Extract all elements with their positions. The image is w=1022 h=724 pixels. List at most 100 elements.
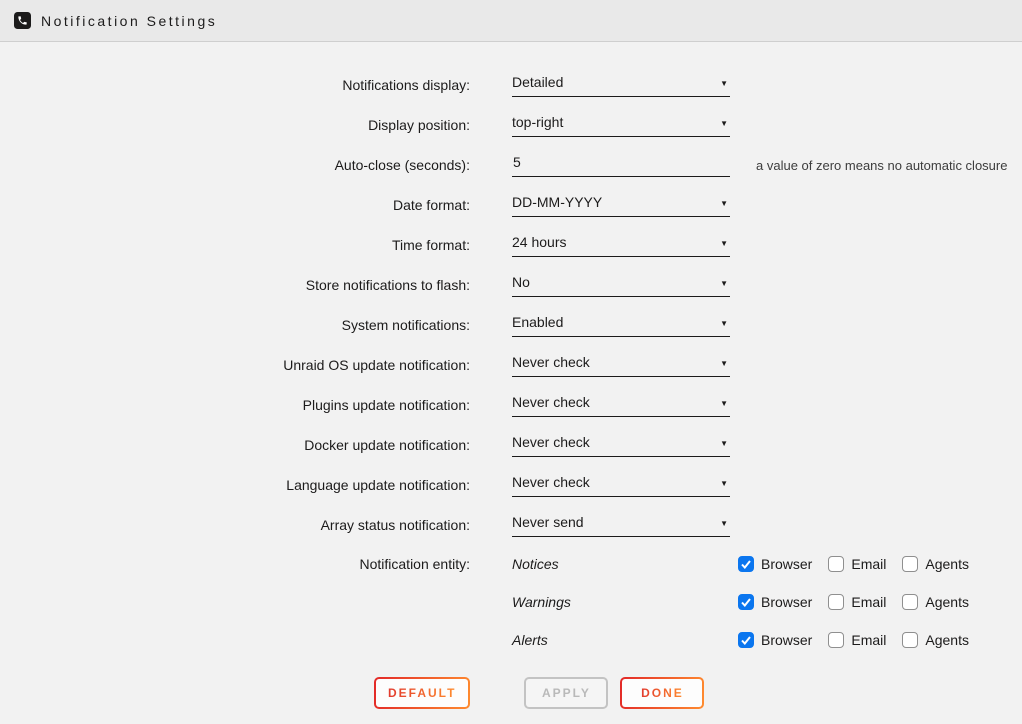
notices-agents-checkbox[interactable]: Agents: [902, 556, 969, 572]
entity-name-warnings: Warnings: [512, 594, 738, 610]
array-status-label: Array status notification:: [0, 517, 470, 533]
auto-close-label: Auto-close (seconds):: [0, 157, 470, 173]
checkbox-checked-icon[interactable]: [738, 594, 754, 610]
auto-close-input[interactable]: [512, 154, 730, 177]
notifications-display-select[interactable]: Detailed ▼: [512, 74, 730, 97]
os-update-select[interactable]: Never check ▼: [512, 354, 730, 377]
checkbox-checked-icon[interactable]: [738, 556, 754, 572]
entity-name-alerts: Alerts: [512, 632, 738, 648]
checkbox-label: Agents: [925, 594, 969, 610]
select-value: top-right: [512, 114, 563, 130]
date-format-select[interactable]: DD-MM-YYYY ▼: [512, 194, 730, 217]
chevron-down-icon: ▼: [720, 320, 728, 330]
notifications-display-label: Notifications display:: [0, 77, 470, 93]
select-value: No: [512, 274, 530, 290]
checkbox-unchecked-icon[interactable]: [902, 594, 918, 610]
checkbox-checked-icon[interactable]: [738, 632, 754, 648]
form-row: Plugins update notification: Never check…: [0, 385, 1022, 425]
date-format-label: Date format:: [0, 197, 470, 213]
phone-icon: [14, 12, 31, 29]
time-format-select[interactable]: 24 hours ▼: [512, 234, 730, 257]
checkbox-unchecked-icon[interactable]: [902, 632, 918, 648]
select-value: 24 hours: [512, 234, 566, 250]
array-status-select[interactable]: Never send ▼: [512, 514, 730, 537]
button-bar: DEFAULT APPLY DONE: [0, 677, 1022, 709]
page-title: Notification Settings: [41, 13, 217, 29]
checkbox-label: Browser: [761, 632, 812, 648]
form-row: Display position: top-right ▼: [0, 105, 1022, 145]
checkbox-label: Agents: [925, 556, 969, 572]
chevron-down-icon: ▼: [720, 520, 728, 530]
done-button-label: DONE: [641, 686, 684, 700]
store-notifications-label: Store notifications to flash:: [0, 277, 470, 293]
alerts-email-checkbox[interactable]: Email: [828, 632, 886, 648]
checkbox-label: Browser: [761, 556, 812, 572]
checkbox-unchecked-icon[interactable]: [828, 632, 844, 648]
default-button-label: DEFAULT: [388, 686, 456, 700]
chevron-down-icon: ▼: [720, 80, 728, 90]
warnings-agents-checkbox[interactable]: Agents: [902, 594, 969, 610]
entity-row-notices: Notification entity: Notices Browser Ema…: [0, 545, 1022, 583]
form-row: System notifications: Enabled ▼: [0, 305, 1022, 345]
form-row: Docker update notification: Never check …: [0, 425, 1022, 465]
apply-button-label: APPLY: [542, 686, 591, 700]
entity-row-warnings: Warnings Browser Email Agents: [0, 583, 1022, 621]
form-row: Array status notification: Never send ▼: [0, 505, 1022, 545]
done-button[interactable]: DONE: [620, 677, 704, 709]
select-value: Never check: [512, 354, 590, 370]
checkbox-unchecked-icon[interactable]: [828, 556, 844, 572]
form-row: Date format: DD-MM-YYYY ▼: [0, 185, 1022, 225]
chevron-down-icon: ▼: [720, 400, 728, 410]
language-update-select[interactable]: Never check ▼: [512, 474, 730, 497]
chevron-down-icon: ▼: [720, 200, 728, 210]
entity-name-notices: Notices: [512, 556, 738, 572]
notification-entity-label: Notification entity:: [0, 556, 470, 572]
display-position-select[interactable]: top-right ▼: [512, 114, 730, 137]
alerts-agents-checkbox[interactable]: Agents: [902, 632, 969, 648]
docker-update-select[interactable]: Never check ▼: [512, 434, 730, 457]
notices-browser-checkbox[interactable]: Browser: [738, 556, 812, 572]
form-row: Store notifications to flash: No ▼: [0, 265, 1022, 305]
page-header: Notification Settings: [0, 0, 1022, 42]
auto-close-help-text: a value of zero means no automatic closu…: [756, 158, 1007, 173]
select-value: DD-MM-YYYY: [512, 194, 602, 210]
form-row: Unraid OS update notification: Never che…: [0, 345, 1022, 385]
select-value: Never check: [512, 394, 590, 410]
docker-update-label: Docker update notification:: [0, 437, 470, 453]
checkbox-label: Browser: [761, 594, 812, 610]
os-update-label: Unraid OS update notification:: [0, 357, 470, 373]
default-button[interactable]: DEFAULT: [374, 677, 470, 709]
apply-button[interactable]: APPLY: [524, 677, 608, 709]
entity-row-alerts: Alerts Browser Email Agents: [0, 621, 1022, 659]
select-value: Detailed: [512, 74, 563, 90]
select-value: Never check: [512, 474, 590, 490]
plugins-update-label: Plugins update notification:: [0, 397, 470, 413]
display-position-label: Display position:: [0, 117, 470, 133]
checkbox-unchecked-icon[interactable]: [902, 556, 918, 572]
warnings-email-checkbox[interactable]: Email: [828, 594, 886, 610]
language-update-label: Language update notification:: [0, 477, 470, 493]
notification-settings-form: Notifications display: Detailed ▼ Displa…: [0, 42, 1022, 709]
warnings-browser-checkbox[interactable]: Browser: [738, 594, 812, 610]
alerts-browser-checkbox[interactable]: Browser: [738, 632, 812, 648]
checkbox-label: Email: [851, 594, 886, 610]
checkbox-unchecked-icon[interactable]: [828, 594, 844, 610]
system-notifications-select[interactable]: Enabled ▼: [512, 314, 730, 337]
checkbox-label: Email: [851, 556, 886, 572]
plugins-update-select[interactable]: Never check ▼: [512, 394, 730, 417]
store-notifications-select[interactable]: No ▼: [512, 274, 730, 297]
chevron-down-icon: ▼: [720, 360, 728, 370]
checkbox-label: Agents: [925, 632, 969, 648]
chevron-down-icon: ▼: [720, 120, 728, 130]
select-value: Never send: [512, 514, 584, 530]
chevron-down-icon: ▼: [720, 440, 728, 450]
select-value: Never check: [512, 434, 590, 450]
form-row: Time format: 24 hours ▼: [0, 225, 1022, 265]
time-format-label: Time format:: [0, 237, 470, 253]
chevron-down-icon: ▼: [720, 280, 728, 290]
form-row: Language update notification: Never chec…: [0, 465, 1022, 505]
chevron-down-icon: ▼: [720, 240, 728, 250]
select-value: Enabled: [512, 314, 563, 330]
notices-email-checkbox[interactable]: Email: [828, 556, 886, 572]
form-row: Auto-close (seconds): a value of zero me…: [0, 145, 1022, 185]
